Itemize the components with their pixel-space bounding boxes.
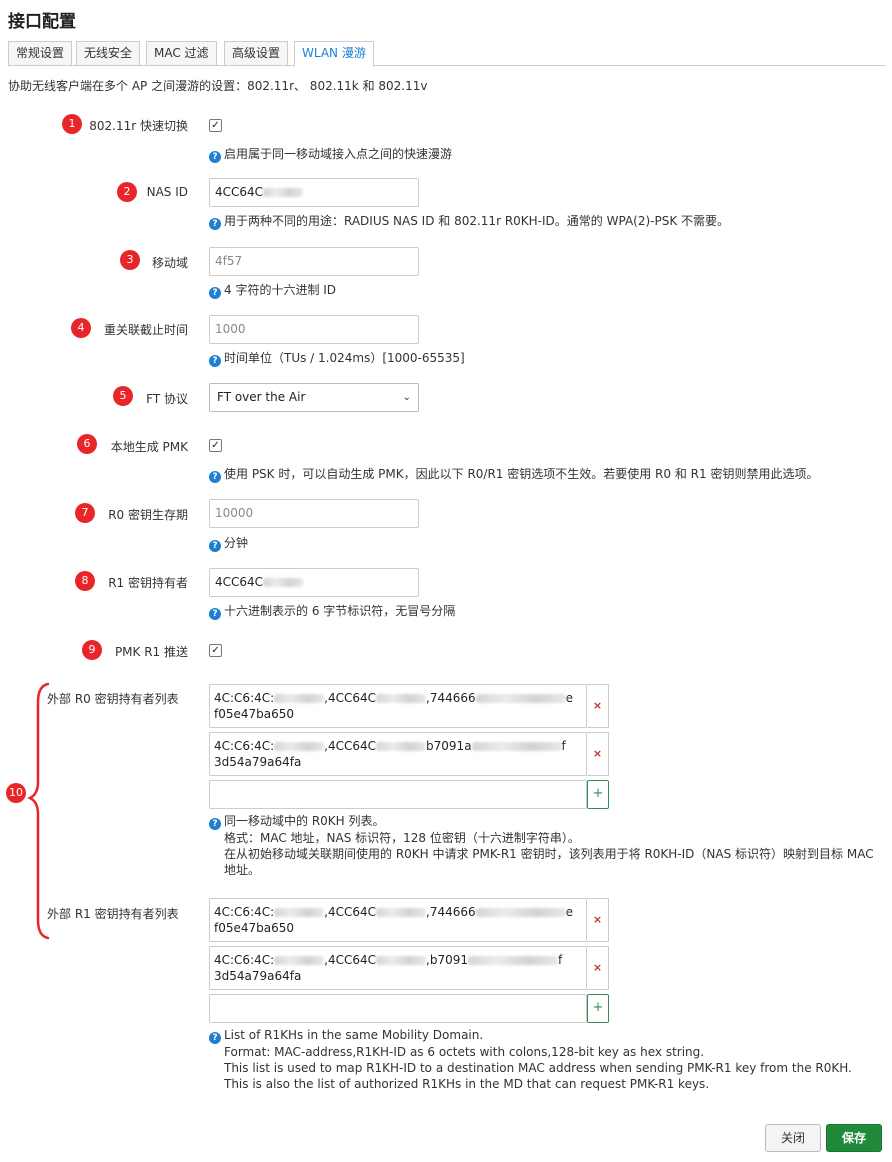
tab-mac-filter[interactable]: MAC 过滤 xyxy=(146,41,217,66)
check-icon: ✓ xyxy=(211,120,220,131)
help-icon: ? xyxy=(209,608,221,620)
pmk-r1-push-checkbox[interactable]: ✓ xyxy=(209,644,222,657)
pmk-r1-push-label: PMK R1 推送 xyxy=(114,645,188,659)
annotation-badge: 1 xyxy=(62,114,82,134)
help-icon: ? xyxy=(209,218,221,230)
save-button[interactable]: 保存 xyxy=(826,1124,882,1152)
remove-entry-button[interactable]: × xyxy=(587,898,609,942)
r0-lifetime-help: ? 分钟 xyxy=(209,534,248,552)
help-icon: ? xyxy=(209,151,221,163)
ft-label: 802.11r 快速切换 xyxy=(89,119,188,133)
mobility-input[interactable]: 4f57 xyxy=(209,247,419,276)
ft-checkbox[interactable]: ✓ xyxy=(209,119,222,132)
r0kh-help: ? 同一移动域中的 R0KH 列表。 格式：MAC 地址，NAS 标识符，128 … xyxy=(209,813,889,878)
reassoc-label: 重关联截止时间 xyxy=(103,323,188,337)
r0kh-new-entry-input[interactable] xyxy=(209,780,587,809)
r1kh-new-entry-input[interactable] xyxy=(209,994,587,1023)
ft-help: ? 启用属于同一移动域接入点之间的快速漫游 xyxy=(209,145,452,163)
help-icon: ? xyxy=(209,1032,221,1044)
annotation-badge: 8 xyxy=(75,571,95,591)
pmk-local-checkbox[interactable]: ✓ xyxy=(209,439,222,452)
close-button[interactable]: 关闭 xyxy=(765,1124,821,1152)
tab-general[interactable]: 常规设置 xyxy=(8,41,73,66)
tab-wlan-roaming[interactable]: WLAN 漫游 xyxy=(294,41,374,67)
check-icon: ✓ xyxy=(211,440,220,451)
add-entry-button[interactable]: + xyxy=(587,994,609,1023)
mobility-label: 移动域 xyxy=(151,256,188,270)
r1kh-label: 外部 R1 密钥持有者列表 xyxy=(47,907,179,921)
r0kh-label: 外部 R0 密钥持有者列表 xyxy=(47,692,179,706)
help-icon: ? xyxy=(209,355,221,367)
r1kh-help: ? List of R1KHs in the same Mobility Doma… xyxy=(209,1027,879,1092)
section-description: 协助无线客户端在多个 AP 之间漫游的设置：802.11r、 802.11k 和… xyxy=(8,79,428,93)
nasid-label: NAS ID xyxy=(146,185,188,199)
r1kh-entry[interactable]: 4C:C6:4C: ,4CC64C ,744666 e f05e47ba650 xyxy=(209,898,587,942)
r0kh-entry[interactable]: 4C:C6:4C: ,4CC64C ,744666 e f05e47ba650 xyxy=(209,684,587,728)
nasid-input[interactable]: 4CC64C xyxy=(209,178,419,207)
r1kh-entry[interactable]: 4C:C6:4C: ,4CC64C ,b7091 f 3d54a79a64fa xyxy=(209,946,587,990)
r0-lifetime-label: R0 密钥生存期 xyxy=(108,508,188,522)
tab-bar: 常规设置 无线安全 MAC 过滤 高级设置 WLAN 漫游 xyxy=(8,41,886,67)
reassoc-help: ? 时间单位（TUs / 1.024ms）[1000-65535] xyxy=(209,349,465,367)
tab-advanced[interactable]: 高级设置 xyxy=(224,41,289,66)
reassoc-input[interactable]: 1000 xyxy=(209,315,419,344)
remove-entry-button[interactable]: × xyxy=(587,946,609,990)
ftproto-label: FT 协议 xyxy=(146,392,188,406)
annotation-badge: 4 xyxy=(71,318,91,338)
check-icon: ✓ xyxy=(211,645,220,656)
tab-wireless-security[interactable]: 无线安全 xyxy=(76,41,141,66)
r1-holder-label: R1 密钥持有者 xyxy=(108,576,188,590)
nasid-help: ? 用于两种不同的用途：RADIUS NAS ID 和 802.11r R0KH-… xyxy=(209,212,729,230)
r1-holder-input[interactable]: 4CC64C xyxy=(209,568,419,597)
annotation-brace xyxy=(27,682,50,940)
annotation-badge: 9 xyxy=(82,640,102,660)
help-icon: ? xyxy=(209,818,221,830)
page-title: 接口配置 xyxy=(8,12,76,32)
pmk-local-help: ? 使用 PSK 时，可以自动生成 PMK，因此以下 R0/R1 密钥选项不生效。… xyxy=(209,465,818,483)
redacted-text xyxy=(263,578,304,587)
help-icon: ? xyxy=(209,471,221,483)
redacted-text xyxy=(263,188,304,197)
help-icon: ? xyxy=(209,540,221,552)
annotation-badge: 7 xyxy=(75,503,95,523)
annotation-badge: 5 xyxy=(113,386,133,406)
r0kh-entry[interactable]: 4C:C6:4C: ,4CC64C b7091a f 3d54a79a64fa xyxy=(209,732,587,776)
remove-entry-button[interactable]: × xyxy=(587,732,609,776)
ftproto-select[interactable]: FT over the Air ⌄ xyxy=(209,383,419,412)
help-icon: ? xyxy=(209,287,221,299)
add-entry-button[interactable]: + xyxy=(587,780,609,809)
r0-lifetime-input[interactable]: 10000 xyxy=(209,499,419,528)
annotation-badge: 2 xyxy=(117,182,137,202)
remove-entry-button[interactable]: × xyxy=(587,684,609,728)
annotation-badge: 10 xyxy=(6,783,26,803)
chevron-down-icon: ⌄ xyxy=(402,392,411,403)
annotation-badge: 3 xyxy=(120,250,140,270)
pmk-local-label: 本地生成 PMK xyxy=(110,440,188,454)
annotation-badge: 6 xyxy=(77,434,97,454)
r1-holder-help: ? 十六进制表示的 6 字节标识符，无冒号分隔 xyxy=(209,602,455,620)
mobility-help: ? 4 字符的十六进制 ID xyxy=(209,281,336,299)
